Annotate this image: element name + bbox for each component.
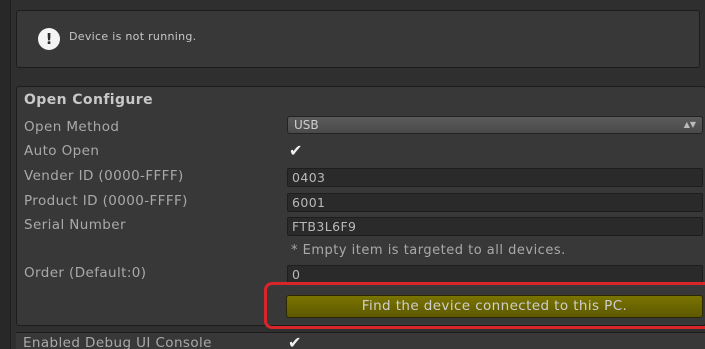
section-title: Open Configure (24, 92, 153, 108)
vender-id-field[interactable]: 0403 (287, 168, 703, 187)
vender-id-label: Vender ID (0000-FFFF) (24, 168, 184, 184)
product-id-label: Product ID (0000-FFFF) (24, 193, 188, 209)
order-label: Order (Default:0) (24, 265, 147, 281)
open-method-label: Open Method (24, 119, 120, 135)
debug-console-checkbox[interactable]: ✔ (288, 335, 304, 349)
debug-console-row: Enabled Debug UI Console ✔ (16, 332, 705, 349)
inspector-panel: ! Device is not running. Open Configure … (0, 0, 705, 349)
help-message: Device is not running. (69, 30, 197, 43)
open-method-value: USB (294, 118, 319, 132)
help-box: ! Device is not running. (16, 10, 700, 68)
order-field[interactable]: 0 (287, 265, 703, 284)
auto-open-label: Auto Open (24, 143, 100, 159)
left-divider (0, 0, 11, 349)
serial-number-field[interactable]: FTB3L6F9 (287, 217, 703, 236)
find-device-button[interactable]: Find the device connected to this PC. (286, 295, 703, 318)
warning-icon: ! (38, 28, 60, 50)
debug-console-label: Enabled Debug UI Console (23, 335, 212, 349)
auto-open-checkbox[interactable]: ✔ (289, 143, 305, 159)
serial-number-label: Serial Number (24, 217, 126, 233)
product-id-field[interactable]: 6001 (287, 193, 703, 212)
open-method-dropdown[interactable]: USB ▲▼ (287, 116, 703, 134)
open-configure-section: Open Configure Open Method USB ▲▼ Auto O… (16, 86, 705, 326)
dropdown-arrows-icon: ▲▼ (683, 120, 696, 129)
hint-text: * Empty item is targeted to all devices. (291, 243, 566, 258)
